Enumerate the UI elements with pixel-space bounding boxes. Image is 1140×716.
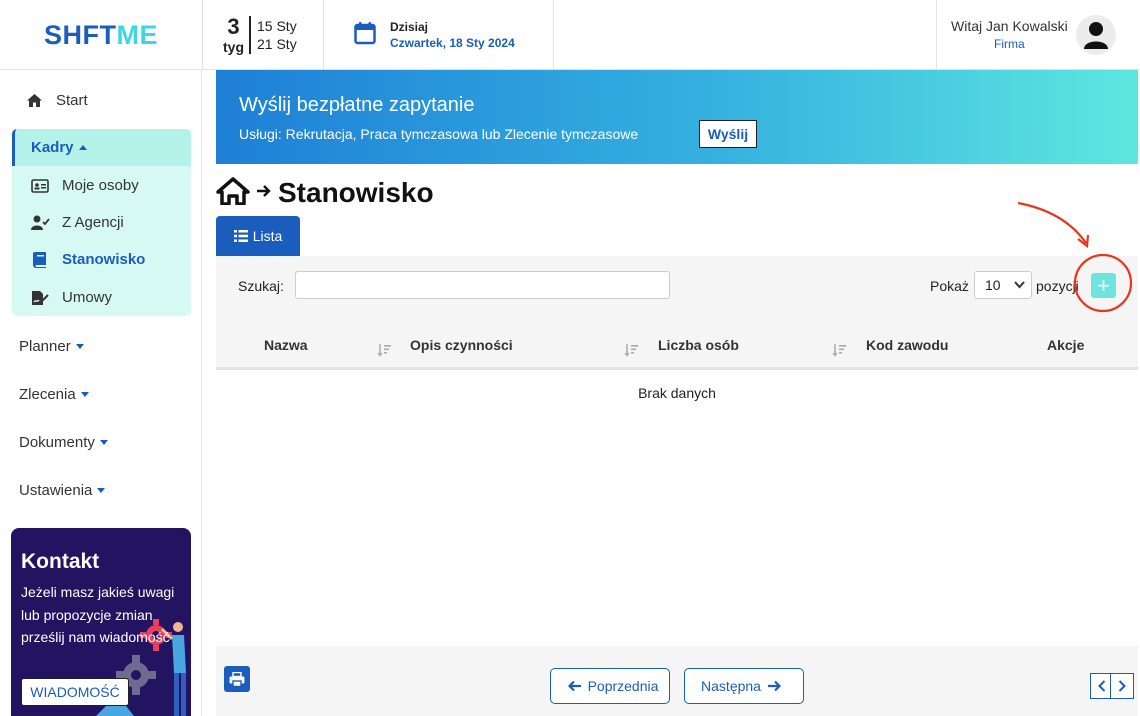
caret-down-icon	[75, 343, 84, 349]
column-header-opis[interactable]: Opis czynności	[410, 337, 513, 353]
caret-up-icon	[78, 145, 87, 150]
avatar[interactable]	[1075, 15, 1116, 55]
sidebar-item-label: Moje osoby	[62, 177, 139, 194]
home-icon	[24, 93, 44, 108]
arrow-left-icon	[567, 680, 582, 692]
banner-title: Wyślij bezpłatne zapytanie	[239, 94, 475, 116]
sidebar-item-label: Start	[56, 91, 88, 109]
week-range: 15 Sty 21 Sty	[251, 17, 297, 53]
sidebar-item-moje-osoby[interactable]: Moje osoby	[30, 177, 139, 194]
table-body-area	[216, 370, 1138, 646]
next-page-button[interactable]: Następna	[684, 668, 804, 704]
column-header-kod-zawodu[interactable]: Kod zawodu	[866, 337, 948, 353]
user-company: Firma	[994, 37, 1025, 51]
page-title: Stanowisko	[278, 177, 434, 208]
contact-text: Jeżeli masz jakieś uwagi lub propozycje …	[21, 584, 175, 645]
sidebar-item-dokumenty[interactable]: Dokumenty	[0, 432, 202, 452]
week-end-date: 21 Sty	[257, 36, 297, 52]
home-icon[interactable]	[216, 176, 250, 210]
calendar-icon	[354, 21, 376, 50]
sidebar-item-label: Z Agencji	[62, 214, 124, 231]
column-header-liczba-osob[interactable]: Liczba osób	[658, 337, 739, 353]
sidebar-item-start[interactable]: Start	[0, 90, 202, 110]
user-icon	[1083, 22, 1108, 49]
sidebar-item-umowy[interactable]: Umowy	[30, 289, 112, 306]
sidebar-item-label: Zlecenia	[19, 385, 76, 403]
week-indicator: 3 tyg 15 Sty 21 Sty	[202, 0, 324, 70]
scroll-right-button[interactable]	[1110, 673, 1134, 699]
print-icon	[229, 671, 245, 687]
tab-lista[interactable]: Lista	[216, 216, 300, 256]
send-message-button[interactable]: WIADOMOŚĆ	[21, 678, 129, 706]
today-label: Dzisiaj	[390, 20, 429, 34]
sidebar-item-planner[interactable]: Planner	[0, 336, 202, 356]
week-number: 3	[227, 14, 240, 39]
table-header-divider	[216, 367, 1138, 370]
week-number-block: 3 tyg	[223, 16, 251, 54]
user-menu[interactable]: Witaj Jan Kowalski Firma	[936, 0, 1140, 70]
table-panel	[216, 256, 1138, 716]
chevron-right-icon	[1118, 680, 1126, 692]
sort-icon[interactable]	[624, 343, 638, 357]
shiftme-logo[interactable]: SHFT ME	[0, 0, 202, 70]
id-card-icon	[30, 178, 50, 193]
next-page-label: Następna	[701, 678, 761, 694]
sidebar-item-stanowisko[interactable]: Stanowisko	[30, 251, 145, 268]
previous-page-button[interactable]: Poprzednia	[550, 668, 670, 704]
chevron-left-icon	[1098, 680, 1106, 692]
sidebar: Start Kadry Moje osoby Z Agencji Stanowi…	[0, 70, 202, 716]
today-date: Czwartek, 18 Sty 2024	[390, 36, 515, 50]
banner-send-button[interactable]: Wyślij	[699, 120, 757, 148]
page-size-value: 10	[985, 277, 1001, 293]
file-signature-icon	[30, 290, 50, 306]
contact-card: Kontakt Jeżeli masz jakieś uwagi lub pro…	[11, 528, 191, 716]
caret-down-icon	[97, 487, 106, 493]
user-greeting: Witaj Jan Kowalski	[951, 18, 1068, 34]
sort-icon[interactable]	[832, 343, 846, 357]
user-check-icon	[30, 215, 50, 230]
sidebar-item-label: Umowy	[62, 289, 113, 306]
today-indicator: Dzisiaj Czwartek, 18 Sty 2024	[324, 0, 554, 70]
breadcrumb: Stanowisko	[216, 174, 434, 212]
sidebar-item-label: Kadry	[31, 139, 74, 156]
print-button[interactable]	[224, 666, 250, 692]
sidebar-item-z-agencji[interactable]: Z Agencji	[30, 214, 124, 231]
sidebar-item-label: Planner	[19, 337, 71, 355]
sidebar-item-ustawienia[interactable]: Ustawienia	[0, 480, 202, 500]
list-icon	[233, 230, 248, 242]
annotation-highlight	[1017, 201, 1133, 313]
caret-down-icon	[80, 391, 89, 397]
top-header: SHFT ME 3 tyg 15 Sty 21 Sty Dzisiaj Czwar…	[0, 0, 1140, 70]
promo-banner: Wyślij bezpłatne zapytanie Usługi: Rekru…	[216, 70, 1138, 164]
arrow-right-icon	[256, 184, 272, 203]
sidebar-item-label: Dokumenty	[19, 433, 95, 451]
logo-text-accent: ME	[116, 19, 158, 50]
logo-text-primary: SHFT	[44, 19, 117, 50]
sidebar-item-kadry[interactable]: Kadry	[12, 129, 191, 166]
caret-down-icon	[99, 439, 108, 445]
empty-table-message: Brak danych	[638, 385, 716, 401]
sidebar-item-zlecenia[interactable]: Zlecenia	[0, 384, 202, 404]
search-label: Szukaj:	[238, 278, 284, 294]
sidebar-group-kadry: Kadry Moje osoby Z Agencji Stanowisko Um…	[12, 129, 191, 316]
contact-title: Kontakt	[21, 550, 100, 573]
tab-label: Lista	[252, 228, 283, 244]
sidebar-item-label: Ustawienia	[19, 481, 93, 499]
sort-icon[interactable]	[377, 343, 391, 357]
previous-page-label: Poprzednia	[587, 678, 659, 694]
book-icon	[30, 251, 50, 268]
banner-subtitle: Usługi: Rekrutacja, Praca tymczasowa lub…	[239, 126, 639, 142]
week-label: tyg	[223, 39, 244, 55]
page-size-label: Pokaż	[930, 278, 969, 294]
sidebar-item-label: Stanowisko	[62, 251, 146, 268]
search-input[interactable]	[295, 271, 670, 299]
arrow-right-icon	[767, 680, 781, 692]
week-start-date: 15 Sty	[257, 18, 297, 34]
column-header-nazwa[interactable]: Nazwa	[264, 337, 308, 353]
column-header-akcje: Akcje	[1047, 337, 1085, 353]
